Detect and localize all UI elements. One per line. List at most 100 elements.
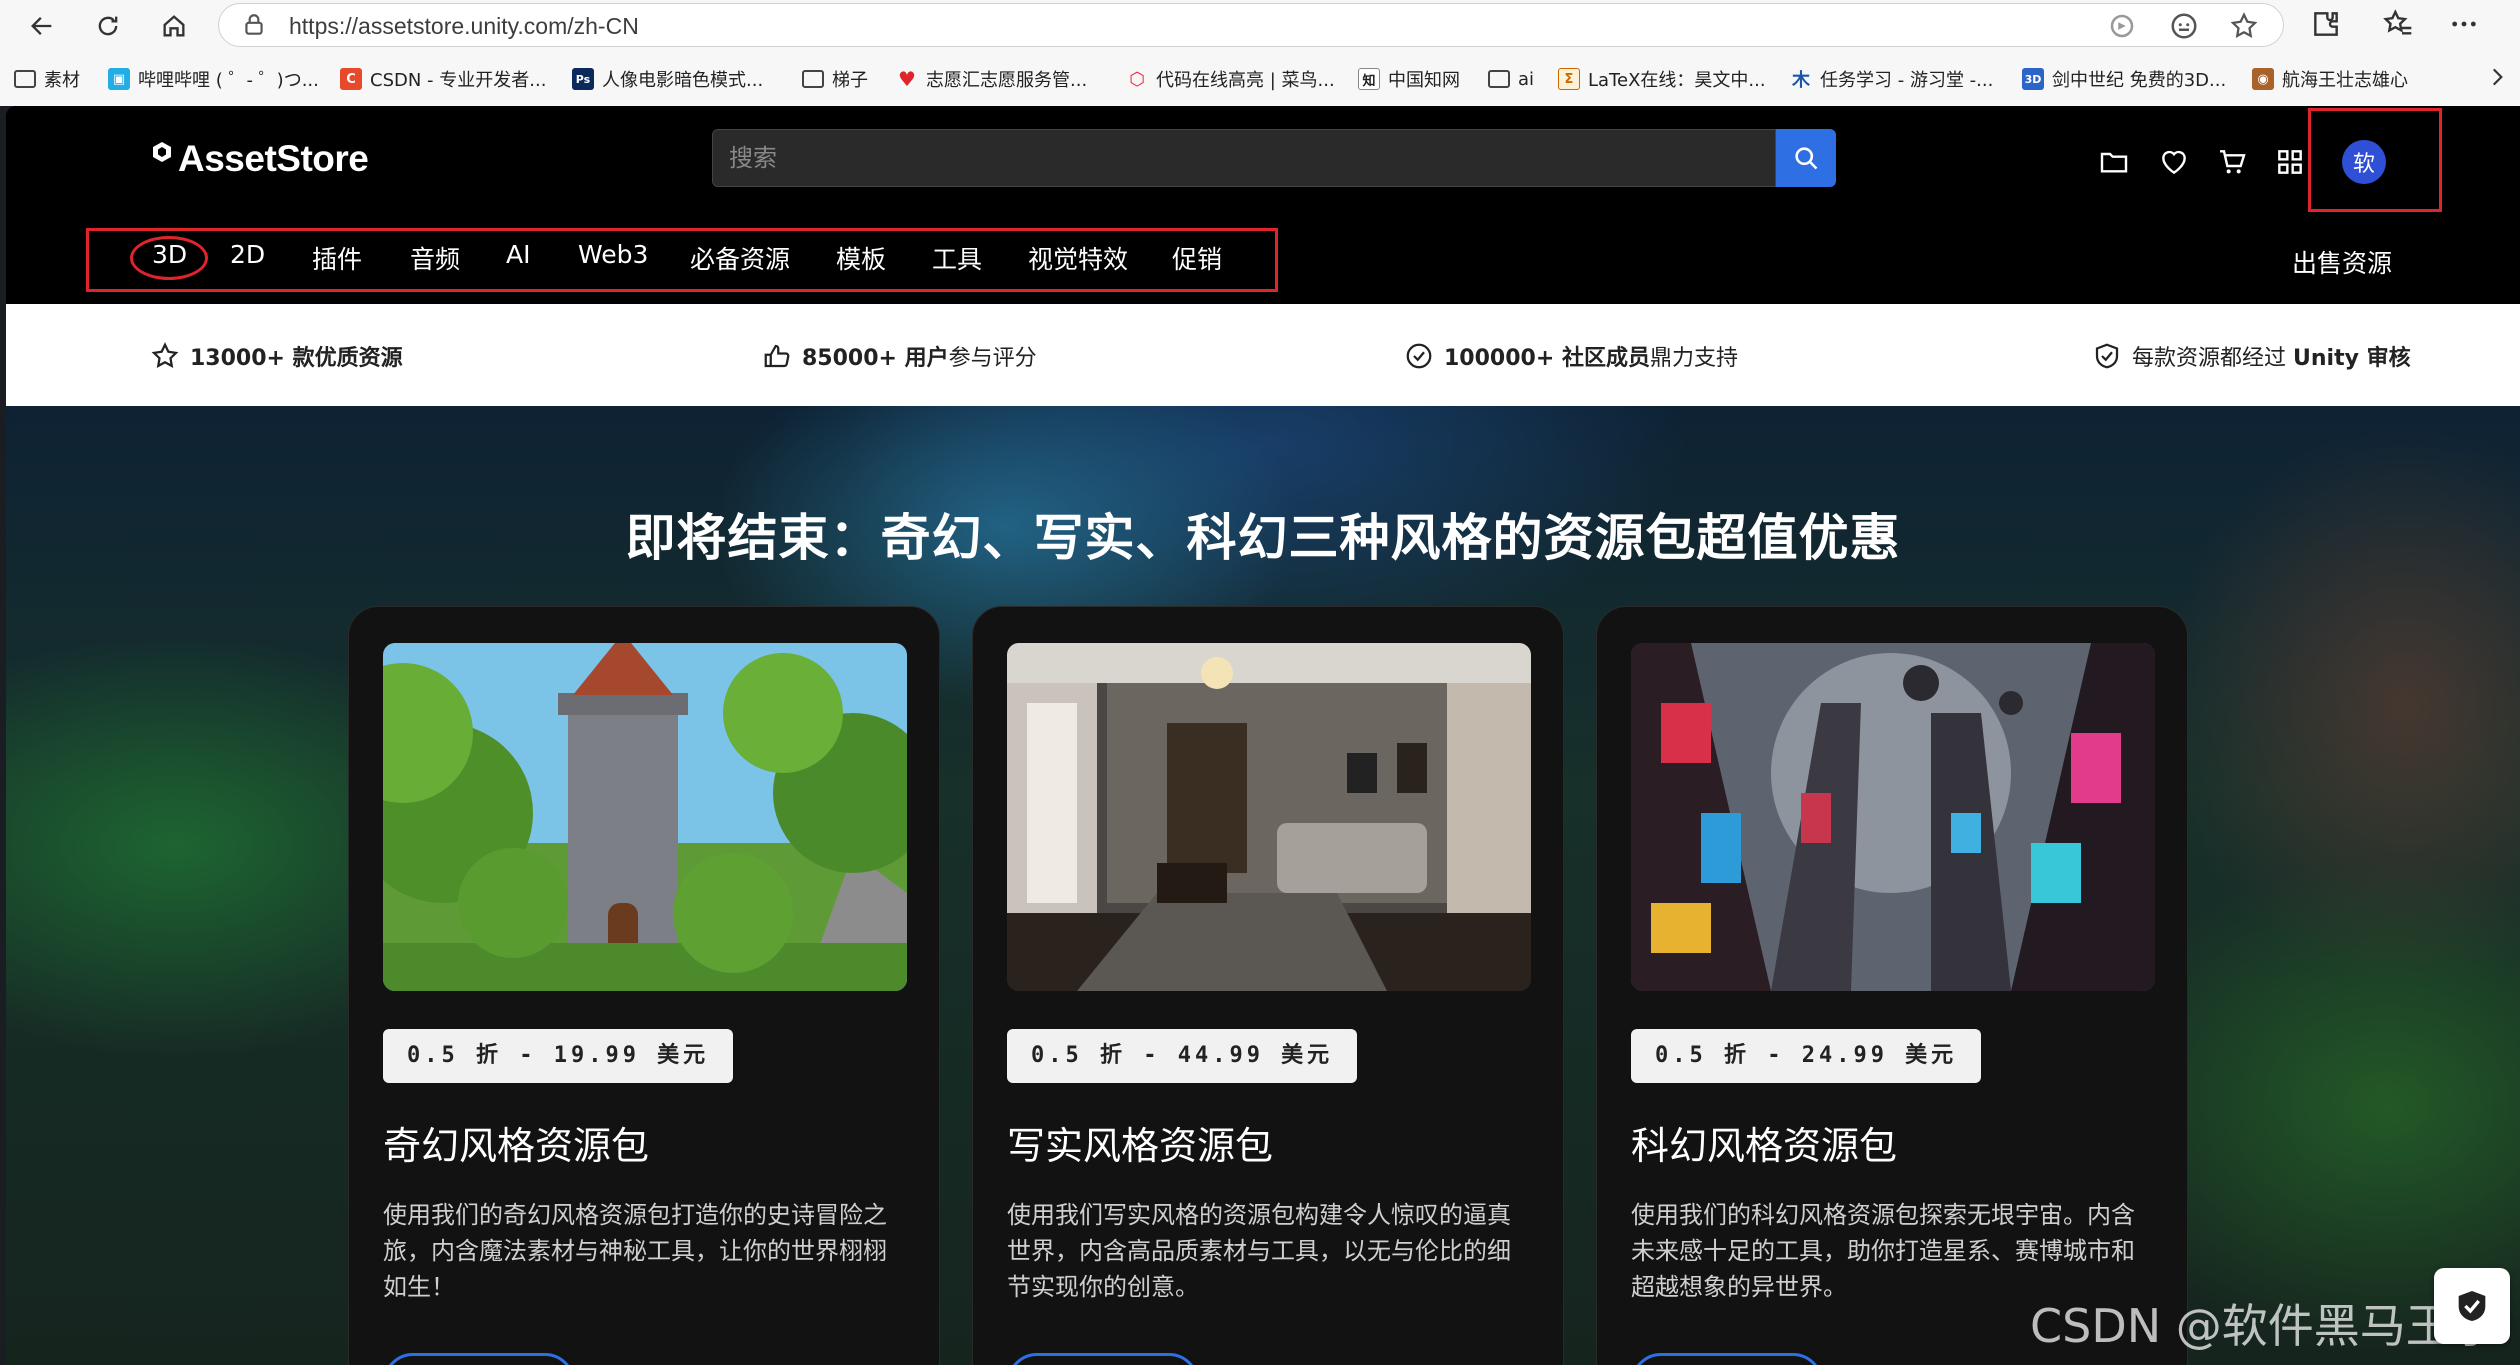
realistic-pack-image[interactable] bbox=[1007, 643, 1531, 991]
trust-review: 每款资源都经过 Unity 审核 bbox=[2092, 340, 2411, 372]
bookmark-label: 哔哩哔哩 ( ゜- ゜)つ... bbox=[138, 70, 319, 91]
3d-icon: 3D bbox=[2022, 68, 2044, 90]
scifi-pack-image[interactable] bbox=[1631, 643, 2155, 991]
bookmark-item[interactable]: ♥ 志愿汇志愿服务管... bbox=[896, 64, 1087, 94]
card-cta-button[interactable] bbox=[383, 1353, 575, 1365]
unity-logo-icon bbox=[153, 142, 171, 162]
lock-icon bbox=[245, 14, 263, 35]
floating-assistant-button[interactable] bbox=[2434, 1268, 2510, 1344]
bookmark-item[interactable]: C CSDN - 专业开发者... bbox=[340, 64, 546, 94]
bookmark-label: LaTeX在线：昊文中... bbox=[1588, 70, 1766, 91]
read-aloud-icon[interactable] bbox=[2107, 11, 2137, 41]
folder-icon[interactable] bbox=[2098, 146, 2130, 178]
category-2d[interactable]: 2D bbox=[230, 240, 265, 269]
hero-title: 即将结束：奇幻、写实、科幻三种风格的资源包超值优惠 bbox=[625, 509, 1901, 567]
tree-icon: 木 bbox=[1792, 70, 1810, 91]
category-tools[interactable]: 工具 bbox=[932, 240, 982, 276]
more-menu-icon[interactable] bbox=[2448, 8, 2480, 40]
price-tag: 0.5 折 - 24.99 美元 bbox=[1631, 1029, 1982, 1083]
category-plugins[interactable]: 插件 bbox=[312, 240, 362, 276]
promo-card-scifi[interactable]: 0.5 折 - 24.99 美元 科幻风格资源包 使用我们的科幻风格资源包探索无… bbox=[1596, 606, 2188, 1365]
bookmark-label: 中国知网 bbox=[1388, 70, 1460, 91]
ps-icon: Ps bbox=[572, 68, 594, 90]
extensions-icon[interactable] bbox=[2310, 8, 2342, 40]
cnki-icon: 知 bbox=[1358, 68, 1380, 90]
living-room-illustration bbox=[1007, 643, 1531, 991]
csdn-icon: C bbox=[340, 68, 362, 90]
chevron-right-icon[interactable] bbox=[2484, 62, 2510, 92]
category-audio[interactable]: 音频 bbox=[410, 240, 460, 276]
star-icon bbox=[151, 342, 179, 368]
address-bar[interactable]: https://assetstore.unity.com/zh-CN bbox=[218, 3, 2284, 47]
fantasy-pack-image[interactable] bbox=[383, 643, 907, 991]
emoji-icon[interactable] bbox=[2169, 11, 2199, 41]
folder-icon bbox=[14, 70, 36, 88]
card-cta-button[interactable] bbox=[1007, 1353, 1199, 1365]
promo-card-realistic[interactable]: 0.5 折 - 44.99 美元 写实风格资源包 使用我们写实风格的资源包构建令… bbox=[972, 606, 1564, 1365]
trust-rest: 参与评分 bbox=[948, 346, 1037, 371]
bookmark-item[interactable]: Σ LaTeX在线：昊文中... bbox=[1558, 64, 1766, 94]
card-cta-button[interactable] bbox=[1631, 1353, 1823, 1365]
url-text[interactable]: https://assetstore.unity.com/zh-CN bbox=[289, 13, 639, 40]
bookmark-item[interactable]: 梯子 bbox=[802, 64, 868, 94]
sell-assets-link[interactable]: 出售资源 bbox=[2292, 244, 2392, 280]
price-tag: 0.5 折 - 19.99 美元 bbox=[383, 1029, 734, 1083]
bookmark-item[interactable]: 3D 剑中世纪 免费的3D... bbox=[2022, 64, 2226, 94]
site-header: AssetStore 搜索 软 3D 2D 插件 音频 AI Web3 必备资源… bbox=[6, 106, 2520, 304]
shield-check-icon bbox=[2095, 343, 2119, 369]
card-title[interactable]: 奇幻风格资源包 bbox=[383, 1115, 649, 1170]
bookmark-item[interactable]: ai bbox=[1488, 64, 1534, 94]
bookmark-item[interactable]: ▣ 哔哩哔哩 ( ゜- ゜)つ... bbox=[108, 64, 319, 94]
reload-button[interactable] bbox=[88, 6, 128, 46]
bookmark-item[interactable]: Ps 人像电影暗色模式... bbox=[572, 64, 763, 94]
heart-icon: ♥ bbox=[898, 67, 916, 91]
game-icon: ◉ bbox=[2252, 68, 2274, 90]
back-button[interactable] bbox=[22, 6, 62, 46]
trust-bold: Unity 审核 bbox=[2293, 346, 2411, 371]
card-title[interactable]: 科幻风格资源包 bbox=[1631, 1115, 1897, 1170]
heart-icon[interactable] bbox=[2158, 146, 2190, 178]
bookmark-label: 代码在线高亮 | 菜鸟... bbox=[1156, 70, 1335, 91]
bookmark-item[interactable]: 素材 bbox=[14, 64, 80, 94]
apps-grid-icon[interactable] bbox=[2274, 146, 2306, 178]
category-ai[interactable]: AI bbox=[506, 240, 530, 269]
favorites-icon[interactable] bbox=[2382, 8, 2414, 40]
fantasy-tower-illustration bbox=[383, 643, 907, 991]
category-3d[interactable]: 3D bbox=[152, 240, 187, 269]
category-web3[interactable]: Web3 bbox=[578, 240, 648, 269]
card-title[interactable]: 写实风格资源包 bbox=[1007, 1115, 1273, 1170]
asset-store-logo[interactable]: AssetStore bbox=[150, 138, 369, 180]
thumbs-up-icon bbox=[764, 344, 790, 368]
trust-community: 100000+ 社区成员鼎力支持 bbox=[1404, 340, 1738, 372]
promo-card-fantasy[interactable]: 0.5 折 - 19.99 美元 奇幻风格资源包 使用我们的奇幻风格资源包打造你… bbox=[348, 606, 940, 1365]
trust-assets: 13000+ 款优质资源 bbox=[150, 340, 403, 372]
category-templates[interactable]: 模板 bbox=[836, 240, 886, 276]
search-input[interactable]: 搜索 bbox=[712, 129, 1776, 187]
browser-toolbar: https://assetstore.unity.com/zh-CN bbox=[0, 0, 2520, 50]
home-button[interactable] bbox=[154, 6, 194, 46]
category-vfx[interactable]: 视觉特效 bbox=[1028, 240, 1128, 276]
bookmark-label: 人像电影暗色模式... bbox=[602, 70, 764, 91]
bookmark-item[interactable]: ◉ 航海王壮志雄心 bbox=[2252, 64, 2408, 94]
cart-icon[interactable] bbox=[2216, 146, 2248, 178]
bookmark-label: 梯子 bbox=[832, 70, 868, 91]
bookmark-label: 素材 bbox=[44, 70, 80, 91]
promo-hero: 即将结束：奇幻、写实、科幻三种风格的资源包超值优惠 0.5 折 - 19.99 bbox=[6, 406, 2520, 1365]
card-description: 使用我们的科幻风格资源包探索无垠宇宙。内含未来感十足的工具，助你打造星系、赛博城… bbox=[1631, 1201, 2135, 1301]
bookmark-label: 志愿汇志愿服务管... bbox=[926, 70, 1088, 91]
bookmark-item[interactable]: 木任务学习 - 游习堂 -... bbox=[1790, 64, 1993, 94]
home-icon bbox=[163, 15, 185, 37]
latex-icon: Σ bbox=[1558, 68, 1580, 90]
cyber-city-illustration bbox=[1631, 643, 2155, 991]
category-sale[interactable]: 促销 bbox=[1172, 240, 1222, 276]
category-essentials[interactable]: 必备资源 bbox=[690, 240, 790, 276]
bookmark-item[interactable]: 知中国知网 bbox=[1358, 64, 1460, 94]
browser-chrome: https://assetstore.unity.com/zh-CN 素材 ▣ 哔… bbox=[0, 0, 2520, 106]
bookmark-item[interactable]: ⬡ 代码在线高亮 | 菜鸟... bbox=[1126, 64, 1335, 94]
card-description: 使用我们的奇幻风格资源包打造你的史诗冒险之旅，内含魔法素材与神秘工具，让你的世界… bbox=[383, 1201, 887, 1301]
check-circle-icon bbox=[1406, 343, 1432, 369]
star-icon[interactable] bbox=[2229, 11, 2259, 41]
search-button[interactable] bbox=[1776, 129, 1836, 187]
search-placeholder: 搜索 bbox=[729, 144, 777, 172]
folder-icon bbox=[802, 70, 824, 88]
